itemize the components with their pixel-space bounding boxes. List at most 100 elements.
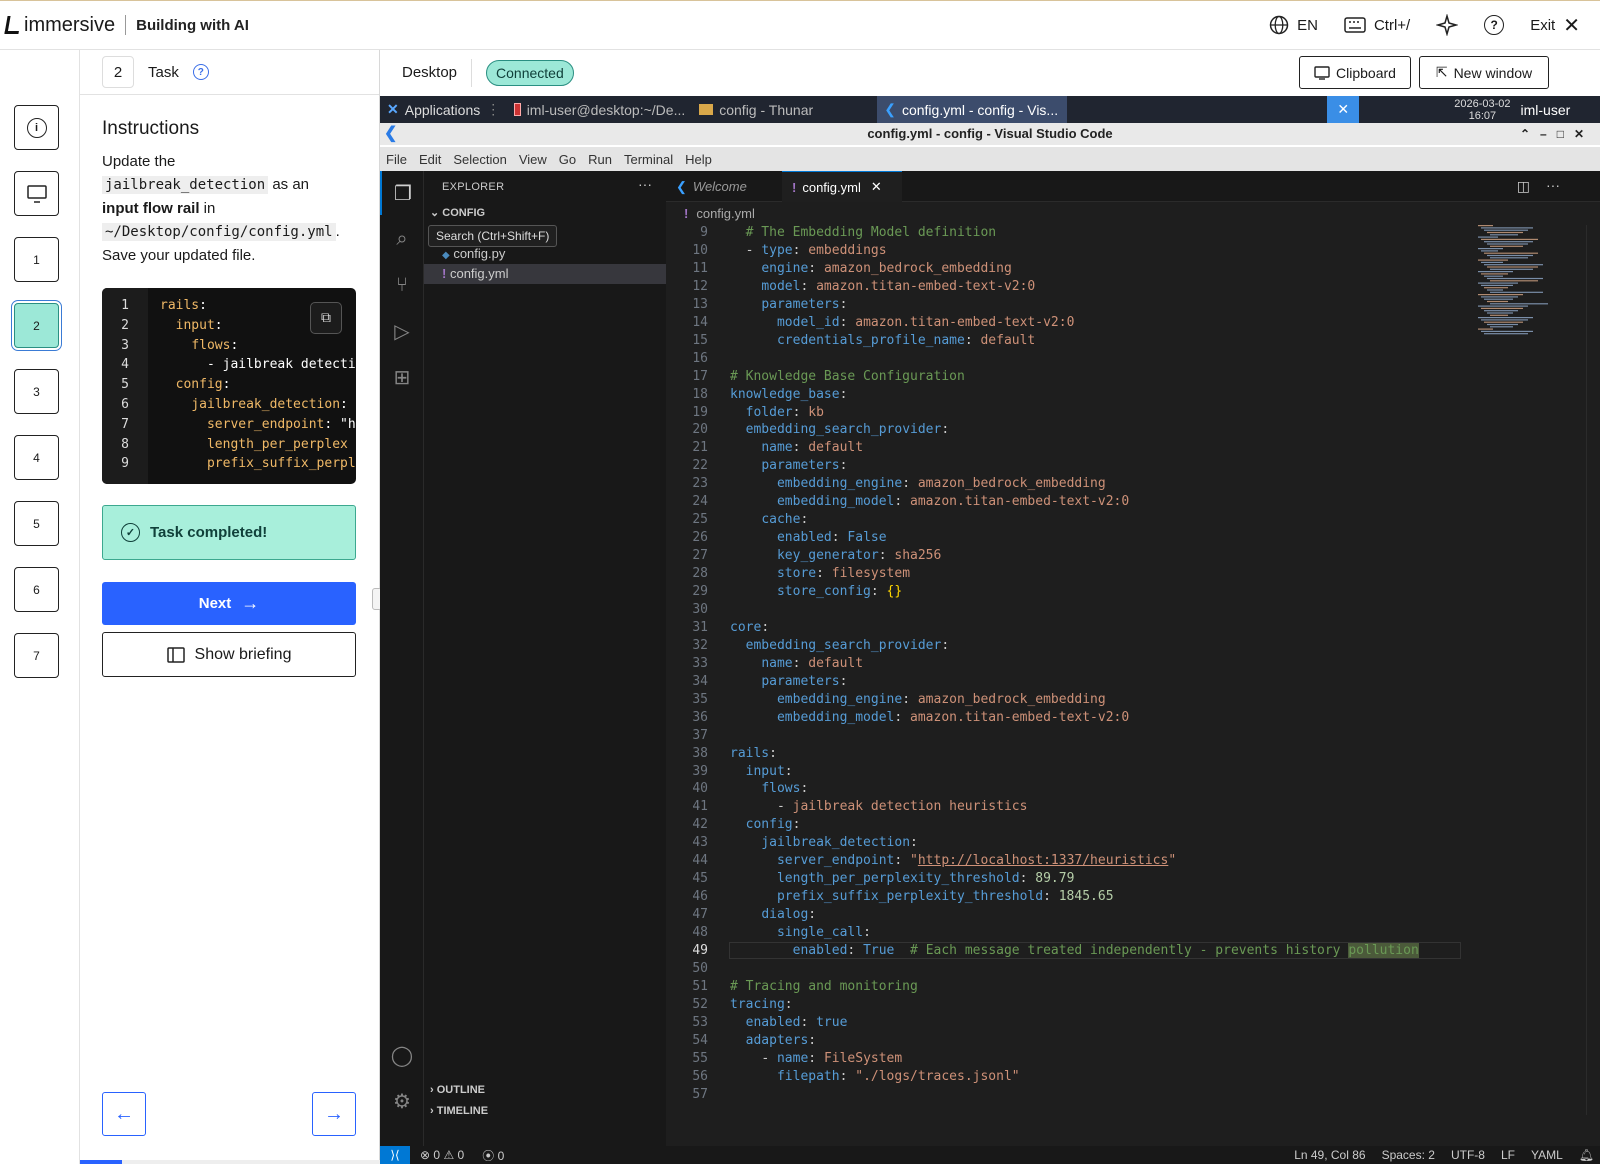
minimap-line bbox=[1490, 280, 1538, 282]
accounts-activity[interactable]: ◯ bbox=[380, 1033, 424, 1077]
clipboard-button[interactable]: Clipboard bbox=[1299, 56, 1411, 89]
vscode-launcher[interactable]: ✕ bbox=[1327, 96, 1360, 123]
minimap-line bbox=[1484, 310, 1518, 312]
menu-run[interactable]: Run bbox=[588, 152, 612, 167]
snippet-line-number: 4 bbox=[121, 357, 129, 373]
brand: immersive Building with AI bbox=[4, 14, 249, 37]
code-line: embedding_engine: amazon_bedrock_embeddi… bbox=[776, 691, 1106, 707]
taskbar-item-vscode[interactable]: ❮ config.yml - config - Vis... bbox=[877, 96, 1068, 123]
ai-assistant-button[interactable] bbox=[1436, 14, 1459, 36]
minimap-line bbox=[1490, 268, 1533, 270]
editor-tabs: ❮ Welcome ! config.yml ✕ ◫ ··· bbox=[666, 171, 1600, 202]
language-mode[interactable]: YAML bbox=[1531, 1148, 1563, 1162]
run-debug-activity[interactable]: ▷ bbox=[380, 309, 424, 353]
line-number: 26 bbox=[692, 530, 708, 546]
code-line: embedding_model: amazon.titan-embed-text… bbox=[776, 494, 1130, 510]
explorer-sidebar: EXPLORER ··· ⌄ CONFIG ◆ config.py ! conf… bbox=[424, 171, 666, 1146]
line-ending[interactable]: LF bbox=[1501, 1148, 1515, 1162]
explorer-title: EXPLORER bbox=[442, 181, 505, 193]
yaml-file-icon: ! bbox=[684, 206, 689, 221]
minimap-line bbox=[1487, 231, 1523, 234]
breadcrumb-file[interactable]: config.yml bbox=[696, 206, 755, 221]
settings-activity[interactable]: ⚙ bbox=[380, 1079, 424, 1123]
minimap[interactable] bbox=[1472, 225, 1564, 345]
monitor-icon bbox=[26, 184, 47, 203]
step-button-7[interactable]: 7 bbox=[14, 633, 59, 678]
source-control-activity[interactable]: ⑂ bbox=[380, 263, 424, 307]
extensions-activity[interactable]: ⊞ bbox=[380, 355, 424, 399]
code-line: dialog: bbox=[761, 907, 817, 923]
minimap-line bbox=[1487, 254, 1533, 257]
remote-indicator[interactable]: ⟩⟨ bbox=[380, 1146, 410, 1164]
minimize-icon[interactable]: – bbox=[1540, 127, 1557, 141]
minimap-line bbox=[1487, 312, 1513, 314]
menu-selection[interactable]: Selection bbox=[453, 152, 506, 167]
line-number: 25 bbox=[692, 512, 708, 528]
cursor-position[interactable]: Ln 49, Col 86 bbox=[1294, 1148, 1365, 1162]
task-help-icon[interactable]: ? bbox=[192, 64, 209, 80]
indentation[interactable]: Spaces: 2 bbox=[1382, 1148, 1435, 1162]
split-editor-icon[interactable]: ◫ bbox=[1517, 178, 1530, 195]
menu-file[interactable]: File bbox=[386, 152, 407, 167]
language-selector[interactable]: EN bbox=[1269, 15, 1318, 35]
line-number: 55 bbox=[692, 1050, 708, 1066]
line-number: 42 bbox=[692, 817, 708, 833]
menu-go[interactable]: Go bbox=[559, 152, 576, 167]
menu-view[interactable]: View bbox=[519, 152, 547, 167]
menu-edit[interactable]: Edit bbox=[419, 152, 441, 167]
tab-config-yml[interactable]: ! config.yml ✕ bbox=[782, 171, 902, 202]
chevron-up-icon[interactable]: ⌃ bbox=[1520, 127, 1540, 141]
ports-indicator[interactable]: ⦿ 0 bbox=[482, 1147, 504, 1164]
next-button[interactable]: Next → bbox=[102, 582, 356, 625]
show-briefing-button[interactable]: Show briefing bbox=[102, 632, 356, 677]
close-icon[interactable]: ✕ bbox=[1574, 127, 1594, 141]
user-label: iml-user bbox=[1520, 101, 1571, 118]
minimap-line bbox=[1487, 300, 1508, 303]
step-button-4[interactable]: 4 bbox=[14, 435, 59, 480]
menu-terminal[interactable]: Terminal bbox=[624, 152, 673, 167]
scrollbar[interactable] bbox=[1586, 225, 1600, 1115]
maximize-icon[interactable]: □ bbox=[1557, 127, 1574, 141]
outline-section[interactable]: › OUTLINE bbox=[430, 1084, 485, 1096]
copy-button[interactable]: ⧉ bbox=[310, 302, 342, 334]
applications-label: Applications bbox=[404, 101, 481, 118]
step-button-6[interactable]: 6 bbox=[14, 567, 59, 612]
tab-welcome[interactable]: ❮ Welcome bbox=[666, 171, 776, 202]
folder-header[interactable]: ⌄ CONFIG bbox=[430, 206, 485, 219]
check-circle-icon: ✓ bbox=[121, 523, 140, 542]
applications-menu[interactable]: ✕ Applications ⋮ bbox=[380, 96, 507, 123]
line-number: 33 bbox=[692, 655, 708, 671]
taskbar-item-thunar[interactable]: config - Thunar bbox=[692, 96, 877, 123]
instr-code-2: ~/Desktop/config/config.yml bbox=[102, 223, 336, 241]
bell-icon[interactable]: 🔔︎ bbox=[1579, 1148, 1594, 1162]
menu-help[interactable]: Help bbox=[685, 152, 712, 167]
timeline-section[interactable]: › TIMELINE bbox=[430, 1105, 488, 1117]
taskbar-item-terminal[interactable]: iml-user@desktop:~/De... bbox=[507, 96, 692, 123]
line-number: 9 bbox=[700, 225, 708, 240]
problems-indicator[interactable]: ⊗ 0 ⚠ 0 bbox=[420, 1148, 464, 1162]
step-button-3[interactable]: 3 bbox=[14, 369, 59, 414]
keyboard-shortcuts-button[interactable]: Ctrl+/ bbox=[1344, 17, 1410, 34]
close-tab-icon[interactable]: ✕ bbox=[871, 179, 882, 195]
file-config-py[interactable]: ◆ config.py bbox=[424, 244, 666, 264]
previous-step-button[interactable]: ← bbox=[102, 1092, 146, 1136]
info-button[interactable]: i bbox=[14, 105, 59, 150]
help-button[interactable]: ? bbox=[1484, 15, 1505, 35]
more-actions-icon[interactable]: ··· bbox=[638, 176, 652, 192]
code-line: parameters: bbox=[761, 296, 848, 312]
step-button-5[interactable]: 5 bbox=[14, 501, 59, 546]
completed-label: Task completed! bbox=[150, 524, 268, 541]
desktop-button[interactable] bbox=[14, 171, 59, 216]
file-config-yml[interactable]: ! config.yml bbox=[424, 264, 666, 284]
explorer-activity[interactable]: ❐ bbox=[380, 171, 424, 215]
search-activity[interactable]: ⌕ bbox=[380, 217, 424, 261]
encoding[interactable]: UTF-8 bbox=[1451, 1148, 1485, 1162]
exit-button[interactable]: Exit ✕ bbox=[1530, 13, 1580, 38]
arrow-left-icon: ← bbox=[114, 1102, 134, 1125]
step-button-2[interactable]: 2 bbox=[14, 303, 59, 348]
help-icon: ? bbox=[1484, 15, 1505, 35]
next-step-button[interactable]: → bbox=[312, 1092, 356, 1136]
step-button-1[interactable]: 1 bbox=[14, 237, 59, 282]
more-actions-icon[interactable]: ··· bbox=[1546, 177, 1560, 193]
new-window-button[interactable]: ⇱ New window bbox=[1419, 56, 1549, 89]
